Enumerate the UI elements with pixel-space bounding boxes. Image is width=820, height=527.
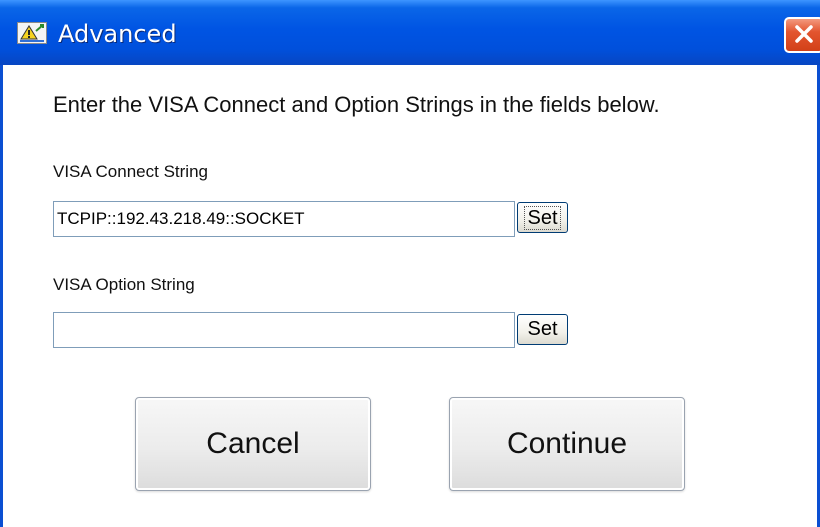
- continue-button[interactable]: Continue: [449, 397, 685, 491]
- set-connect-button[interactable]: Set: [517, 202, 568, 233]
- set-connect-label: Set: [524, 205, 561, 230]
- visa-connect-label: VISA Connect String: [53, 162, 208, 181]
- visa-option-label: VISA Option String: [53, 275, 195, 294]
- instruction-text: Enter the VISA Connect and Option String…: [53, 92, 660, 117]
- visa-connect-input[interactable]: [53, 201, 515, 237]
- close-icon: [786, 25, 820, 55]
- cancel-button[interactable]: Cancel: [135, 397, 371, 491]
- set-option-button[interactable]: Set: [517, 314, 568, 345]
- dialog-body: [0, 65, 820, 527]
- close-button[interactable]: [784, 17, 820, 53]
- window-title: Advanced: [58, 20, 177, 48]
- title-bar[interactable]: Advanced: [0, 0, 820, 65]
- set-option-label: Set: [527, 318, 558, 340]
- app-icon: [17, 22, 47, 44]
- visa-option-input[interactable]: [53, 312, 515, 348]
- window-border-left: [0, 65, 3, 527]
